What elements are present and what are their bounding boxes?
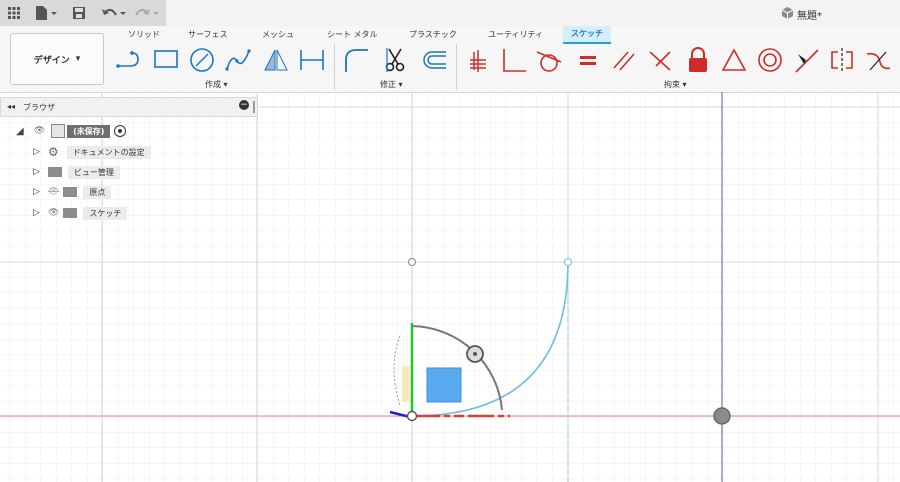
tab-utilities[interactable]: ユーティリティ — [488, 29, 543, 40]
browser-item-label: 原点 — [83, 185, 112, 199]
browser-item-label: スケッチ — [83, 206, 128, 220]
folder-icon — [63, 208, 78, 218]
tab-sheet-metal[interactable]: シート メタル — [327, 29, 378, 40]
parallel-constraint-icon[interactable] — [610, 46, 638, 74]
eye-icon[interactable]: 👁 — [48, 208, 59, 218]
browser-item[interactable]: ▷ 👁 スケッチ — [33, 205, 128, 221]
expand-arrow-icon[interactable]: ▷ — [33, 208, 40, 218]
redo-icon[interactable] — [134, 5, 160, 21]
tab-surface[interactable]: サーフェス — [188, 29, 228, 40]
coincident-constraint-icon[interactable] — [500, 46, 528, 74]
move-plane-handle[interactable] — [426, 367, 462, 403]
gear-icon: ⚙ — [47, 145, 59, 159]
symmetry-constraint-icon[interactable] — [828, 46, 856, 74]
workspace-label: デザイン — [33, 55, 70, 66]
line-icon[interactable] — [115, 46, 143, 74]
browser-item-label: ビュー管理 — [67, 165, 120, 179]
toolbar-ribbon: デザイン ▾ ソリッド サーフェス メッシュ シート メタル プラスチック ユー… — [0, 26, 900, 93]
constraints-group-text: 拘束 — [664, 80, 680, 89]
fix-lock-icon[interactable] — [684, 46, 712, 74]
browser-root-node[interactable]: ◢ 👁 (未保存) — [16, 123, 127, 139]
separator — [334, 44, 335, 90]
undo-icon[interactable] — [100, 5, 126, 21]
create-group-text: 作成 — [205, 80, 221, 89]
spline-icon[interactable] — [224, 46, 252, 74]
folder-icon — [47, 167, 62, 177]
expand-arrow-icon[interactable]: ▷ — [33, 167, 40, 177]
document-cube-icon — [781, 7, 794, 19]
mirror-icon[interactable] — [262, 46, 290, 74]
document-icon — [51, 124, 66, 138]
folder-icon — [63, 187, 78, 197]
eye-hidden-icon[interactable]: 👁 — [48, 187, 59, 197]
origin-point[interactable] — [406, 410, 418, 422]
equal-constraint-icon[interactable] — [575, 46, 603, 74]
tab-mesh[interactable]: メッシュ — [262, 29, 294, 40]
document-title: 無題* — [797, 11, 822, 22]
rotate-handle-center — [473, 352, 477, 356]
expand-arrow-icon[interactable]: ▷ — [33, 187, 40, 197]
create-group-label[interactable]: 作成 ▾ — [205, 79, 228, 90]
sketch-point[interactable] — [564, 258, 572, 266]
eye-icon[interactable]: 👁 — [34, 126, 45, 136]
perpendicular-constraint-icon[interactable] — [646, 46, 674, 74]
browser-item[interactable]: ▷ ビュー管理 — [33, 164, 120, 180]
modify-group-label[interactable]: 修正 ▾ — [380, 79, 403, 90]
collapse-panel-icon[interactable]: ◂◂ — [7, 102, 15, 111]
midpoint-constraint-icon[interactable] — [792, 46, 820, 74]
constraints-group-label[interactable]: 拘束 ▾ — [664, 79, 687, 90]
plane-handle[interactable] — [402, 366, 410, 402]
separator — [456, 44, 457, 90]
dimension-icon[interactable] — [298, 46, 326, 74]
rectangle-icon[interactable] — [152, 46, 180, 74]
offset-icon[interactable] — [418, 46, 446, 74]
modify-group-text: 修正 — [380, 80, 396, 89]
browser-item[interactable]: ▷ ⚙ ドキュメントの設定 — [33, 144, 151, 160]
browser-item[interactable]: ▷ 👁 原点 — [33, 184, 112, 200]
triangle-constraint-icon[interactable] — [720, 46, 748, 74]
browser-panel-header: ◂◂ ブラウザ − — [0, 97, 258, 117]
browser-title: ブラウザ — [23, 103, 55, 112]
pivot-handle[interactable] — [713, 407, 731, 425]
tab-solid[interactable]: ソリッド — [128, 29, 160, 40]
tangent-constraint-icon[interactable] — [535, 46, 563, 74]
file-menu-icon[interactable] — [34, 5, 58, 21]
fillet-icon[interactable] — [342, 46, 370, 74]
horizontal-vertical-constraint-icon[interactable] — [466, 46, 494, 74]
trim-scissors-icon[interactable] — [381, 46, 409, 74]
sketch-point[interactable] — [408, 258, 416, 266]
tab-sketch[interactable]: スケッチ — [563, 26, 611, 44]
save-icon[interactable] — [72, 5, 86, 21]
panel-grip-icon[interactable] — [253, 101, 255, 113]
tab-plastic[interactable]: プラスチック — [409, 29, 457, 40]
expand-triangle-icon[interactable]: ◢ — [16, 126, 24, 137]
application-bar: 無題* — [0, 0, 900, 26]
curvature-constraint-icon[interactable] — [864, 46, 892, 74]
root-node-label: (未保存) — [67, 124, 111, 138]
expand-arrow-icon[interactable]: ▷ — [33, 147, 40, 157]
workspace-switcher[interactable]: デザイン ▾ — [10, 33, 104, 85]
minus-icon[interactable]: − — [239, 100, 249, 110]
chevron-down-icon: ▾ — [75, 54, 81, 64]
circle-icon[interactable] — [188, 46, 216, 74]
concentric-constraint-icon[interactable] — [756, 46, 784, 74]
browser-item-label: ドキュメントの設定 — [66, 145, 151, 159]
app-grid-icon[interactable] — [7, 5, 21, 21]
activate-radio-icon[interactable] — [114, 125, 127, 137]
